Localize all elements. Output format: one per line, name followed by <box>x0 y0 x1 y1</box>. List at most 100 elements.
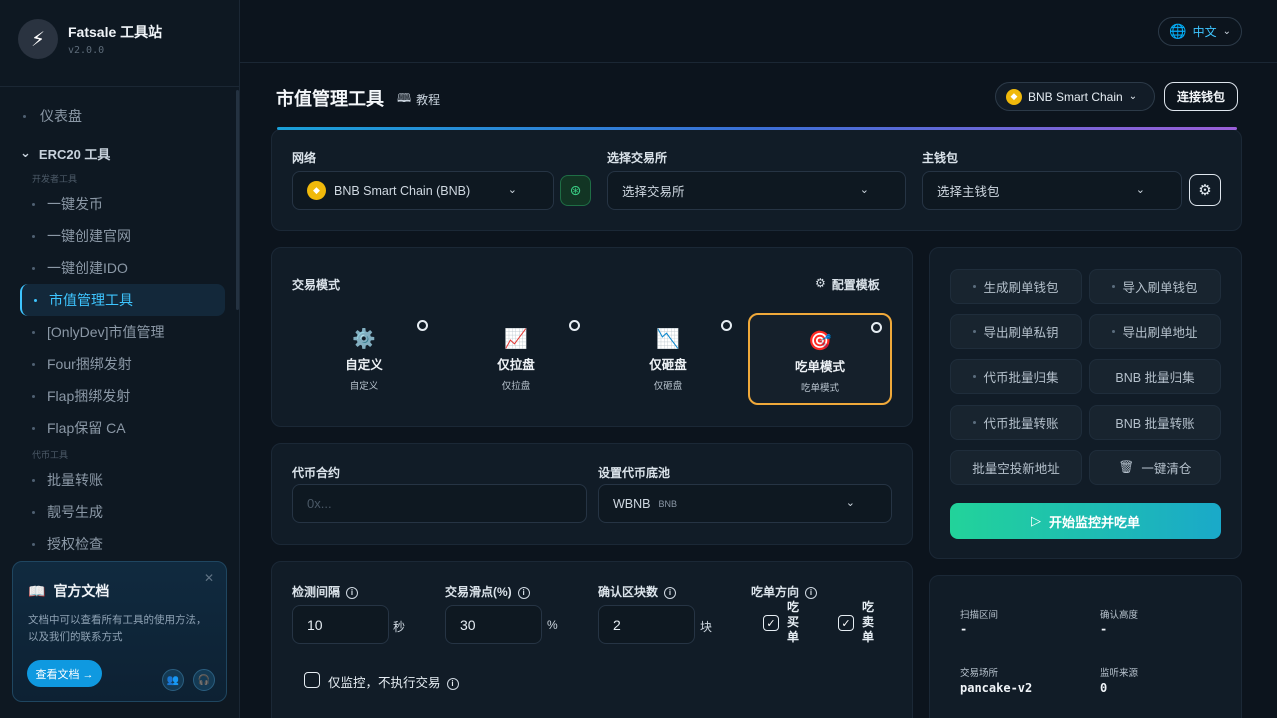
docs-title: 📖 官方文档 <box>28 581 109 601</box>
import-wallets-button[interactable]: 导入刷单钱包 <box>1089 269 1221 304</box>
start-monitor-button[interactable]: ▷ 开始监控并吃单 <box>950 503 1221 539</box>
sidebar-item-flap-ca[interactable]: Flap保留 CA <box>20 412 225 444</box>
mode-radio[interactable] <box>417 320 428 331</box>
network-value: BNB Smart Chain (BNB) <box>334 183 471 198</box>
tutorial-link[interactable]: 🕮 教程 <box>397 89 440 110</box>
sell-checkbox[interactable]: ✓ <box>838 615 854 631</box>
monitor-only-text: 仅监控，不执行交易 <box>328 676 441 690</box>
sidebar: ⚡ Fatsale 工具站 v2.0.0 仪表盘 ⌄ ERC20 工具 开发者工具… <box>0 0 240 718</box>
mode-pump[interactable]: 📈 仅拉盘 仅拉盘 <box>444 313 588 405</box>
bnb-transfer-button[interactable]: BNB 批量转账 <box>1089 405 1221 440</box>
buy-checkbox[interactable]: ✓ <box>763 615 779 631</box>
sell-all-button[interactable]: 🗑 一键清仓 <box>1089 450 1221 485</box>
token-transfer-button[interactable]: 代币批量转账 <box>950 405 1082 440</box>
bullet-icon <box>1112 285 1116 288</box>
sidebar-group-erc20[interactable]: ⌄ ERC20 工具 <box>20 138 225 168</box>
direction-label-text: 吃单方向 <box>751 585 800 599</box>
sidebar-item-label: 授权检查 <box>47 536 103 552</box>
exchange-select[interactable]: 选择交易所 ⌄ <box>607 171 906 210</box>
sidebar-item-label: 靓号生成 <box>47 504 103 520</box>
interval-label: 检测间隔 i <box>292 583 359 600</box>
wallet-label: 主钱包 <box>922 151 959 165</box>
support-icon[interactable]: 🎧 <box>193 669 215 691</box>
confirm-label-text: 确认区块数 <box>598 585 659 599</box>
bullet-icon <box>23 114 26 118</box>
sidebar-item-launch[interactable]: 一键发币 <box>20 188 225 220</box>
bnb-collect-button[interactable]: BNB 批量归集 <box>1089 359 1221 394</box>
slippage-input[interactable]: 30 <box>445 605 542 644</box>
sidebar-item-label: 仪表盘 <box>40 108 82 124</box>
pool-select[interactable]: WBNB BNB ⌄ <box>598 484 892 523</box>
sidebar-item-approval[interactable]: 授权检查 <box>20 528 225 560</box>
bullet-icon <box>32 478 35 482</box>
buy-label: 吃买单 <box>787 600 800 644</box>
sidebar-item-four[interactable]: Four捆绑发射 <box>20 348 225 380</box>
sidebar-item-dashboard[interactable]: 仪表盘 <box>20 100 225 132</box>
bullet-icon <box>32 362 35 366</box>
info-icon[interactable]: i <box>664 586 677 599</box>
gear-icon: ⚙️ <box>352 329 376 350</box>
scan-range-label: 扫描区间 <box>960 610 999 621</box>
action-label: 代币批量归集 <box>983 371 1059 385</box>
mode-radio[interactable] <box>721 320 732 331</box>
info-icon[interactable]: i <box>346 586 359 599</box>
interval-label-text: 检测间隔 <box>292 585 341 599</box>
generate-wallets-button[interactable]: 生成刷单钱包 <box>950 269 1082 304</box>
info-icon[interactable]: i <box>446 677 459 690</box>
chevron-down-icon: ⌄ <box>507 184 517 196</box>
page-title: 市值管理工具 <box>276 89 384 109</box>
gear-icon[interactable]: ⚙ <box>1189 174 1221 206</box>
accent-bar <box>277 127 1237 130</box>
bullet-icon <box>973 285 977 288</box>
config-template-label: 配置模板 <box>831 278 880 292</box>
sidebar-nav: 仪表盘 ⌄ ERC20 工具 开发者工具 一键发币 一键创建官网 一键创建IDO … <box>20 100 225 560</box>
monitor-only-checkbox[interactable] <box>304 672 320 688</box>
chain-selector[interactable]: ◆ BNB Smart Chain ⌄ <box>995 82 1155 111</box>
bullet-icon <box>34 298 37 302</box>
interval-input[interactable]: 10 <box>292 605 389 644</box>
chevron-down-icon: ⌄ <box>20 145 31 160</box>
confirm-blocks-input[interactable]: 2 <box>598 605 695 644</box>
sidebar-item-vanity[interactable]: 靓号生成 <box>20 496 225 528</box>
brand[interactable]: ⚡ Fatsale 工具站 v2.0.0 <box>18 19 162 59</box>
sidebar-item-batch-transfer[interactable]: 批量转账 <box>20 464 225 496</box>
mode-custom[interactable]: ⚙️ 自定义 自定义 <box>292 313 436 405</box>
sidebar-item-ido[interactable]: 一键创建IDO <box>20 252 225 284</box>
network-select[interactable]: ◆ BNB Smart Chain (BNB) ⌄ <box>292 171 554 210</box>
info-icon[interactable]: i <box>517 586 530 599</box>
venue-value: pancake-v2 <box>960 681 1033 695</box>
token-collect-button[interactable]: 代币批量归集 <box>950 359 1082 394</box>
view-docs-button[interactable]: 查看文档 → <box>27 660 102 687</box>
export-addresses-button[interactable]: 导出刷单地址 <box>1089 314 1221 349</box>
mode-radio[interactable] <box>871 322 882 333</box>
monitor-only-label: 仅监控，不执行交易 i <box>328 672 459 691</box>
sidebar-scrollbar[interactable] <box>236 90 239 310</box>
globe-icon: 🌐 <box>1169 23 1187 39</box>
sidebar-item-label: Flap捆绑发射 <box>47 388 131 404</box>
community-icon[interactable]: 👥 <box>162 669 184 691</box>
sidebar-item-label: [OnlyDev]市值管理 <box>47 324 165 340</box>
sidebar-item-label: 批量转账 <box>47 472 103 488</box>
lightning-icon: ⚡ <box>18 19 58 59</box>
top-bar: 🌐 中文 ⌄ <box>240 0 1277 63</box>
mode-dump[interactable]: 📉 仅砸盘 仅砸盘 <box>596 313 740 405</box>
close-icon[interactable]: ✕ <box>204 571 214 585</box>
network-status-icon[interactable]: ⊛ <box>560 175 591 206</box>
mode-taker[interactable]: 🎯 吃单模式 吃单模式 <box>748 313 892 405</box>
sidebar-item-label: 一键创建IDO <box>47 260 128 276</box>
language-selector[interactable]: 🌐 中文 ⌄ <box>1158 17 1242 46</box>
info-icon[interactable]: i <box>805 586 818 599</box>
sidebar-item-flap[interactable]: Flap捆绑发射 <box>20 380 225 412</box>
mode-radio[interactable] <box>569 320 580 331</box>
main-wallet-select[interactable]: 选择主钱包 ⌄ <box>922 171 1182 210</box>
chart-down-icon: 📉 <box>656 329 680 350</box>
airdrop-new-button[interactable]: 批量空投新地址 <box>950 450 1082 485</box>
sidebar-item-website[interactable]: 一键创建官网 <box>20 220 225 252</box>
token-contract-input[interactable]: 0x... <box>292 484 587 523</box>
export-keys-button[interactable]: 导出刷单私钥 <box>950 314 1082 349</box>
sidebar-item-onlydev[interactable]: [OnlyDev]市值管理 <box>20 316 225 348</box>
config-template-button[interactable]: ⚙ 配置模板 <box>815 276 880 293</box>
chain-label: BNB Smart Chain <box>1028 89 1123 104</box>
sidebar-item-market-cap[interactable]: 市值管理工具 <box>20 284 225 316</box>
connect-wallet-button[interactable]: 连接钱包 <box>1164 82 1238 111</box>
